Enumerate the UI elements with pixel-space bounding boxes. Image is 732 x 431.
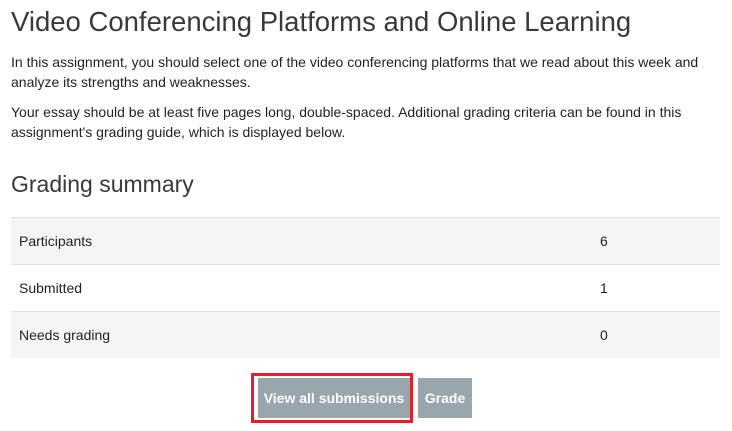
grade-button[interactable]: Grade <box>418 378 472 418</box>
needs-grading-label: Needs grading <box>11 311 592 358</box>
action-buttons: View all submissions Grade <box>0 373 732 427</box>
table-row: Participants 6 <box>11 217 720 265</box>
assignment-criteria-paragraph: Your essay should be at least five pages… <box>11 104 682 140</box>
grading-summary-table: Participants 6 Submitted 1 Needs grading… <box>11 217 720 358</box>
participants-label: Participants <box>11 217 592 265</box>
participants-value: 6 <box>592 217 720 265</box>
assignment-intro-paragraph: In this assignment, you should select on… <box>11 54 699 90</box>
page-title: Video Conferencing Platforms and Online … <box>11 6 632 37</box>
submitted-value: 1 <box>592 264 720 312</box>
view-all-submissions-button[interactable]: View all submissions <box>258 378 410 418</box>
needs-grading-value: 0 <box>592 311 720 358</box>
table-row: Submitted 1 <box>11 264 720 312</box>
grading-summary-heading: Grading summary <box>11 171 194 197</box>
submitted-label: Submitted <box>11 264 592 312</box>
table-row: Needs grading 0 <box>11 311 720 358</box>
